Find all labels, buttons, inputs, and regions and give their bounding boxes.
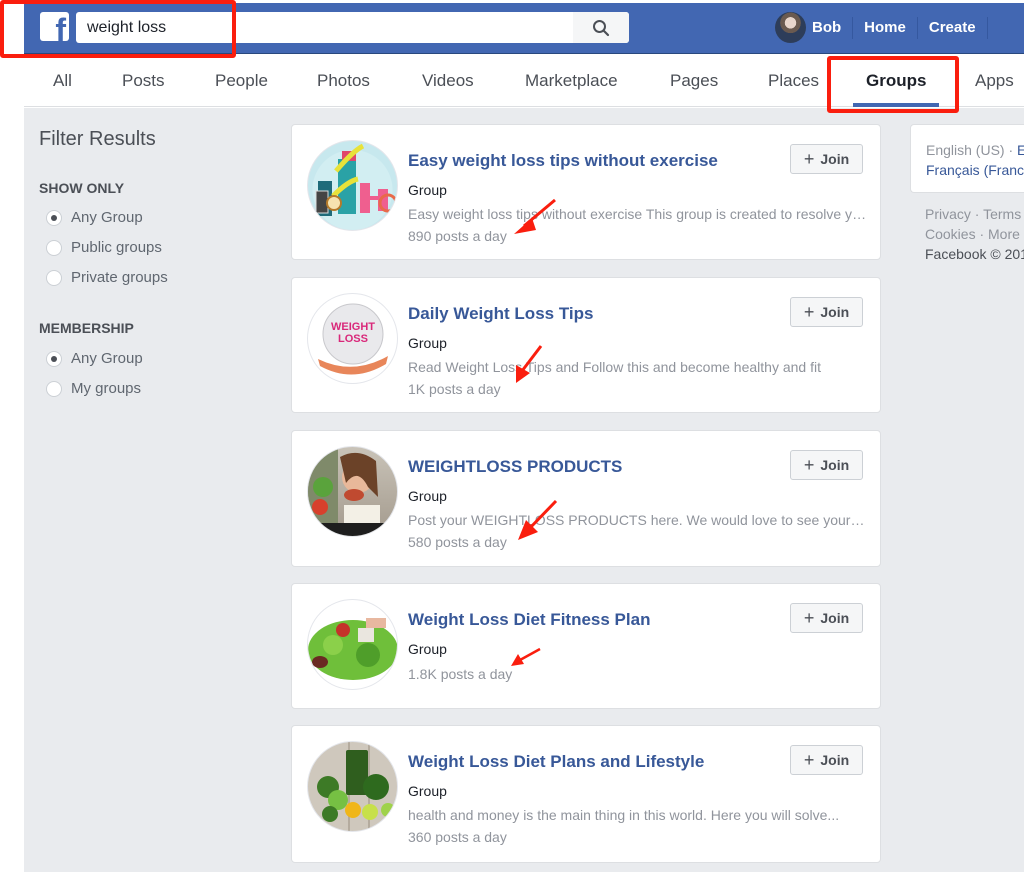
woman-eating-image: [308, 447, 397, 536]
join-group-button[interactable]: + Join: [790, 450, 863, 480]
radio-button[interactable]: [46, 239, 62, 256]
tab-groups[interactable]: Groups: [866, 71, 926, 91]
tab-marketplace[interactable]: Marketplace: [525, 71, 618, 91]
plus-icon: +: [803, 750, 815, 770]
search-button[interactable]: [573, 12, 629, 43]
group-thumbnail[interactable]: [307, 741, 398, 832]
plus-icon: +: [803, 149, 815, 169]
language-option[interactable]: Français (France): [926, 162, 1024, 178]
group-title-link[interactable]: Weight Loss Diet Fitness Plan: [408, 610, 650, 630]
home-link[interactable]: Home: [853, 12, 917, 43]
group-description: Post your WEIGHTLOSS PRODUCTS here. We w…: [408, 512, 868, 528]
membership-heading: MEMBERSHIP: [39, 320, 134, 336]
group-title-link[interactable]: Easy weight loss tips without exercise: [408, 151, 718, 171]
membership-any-group[interactable]: Any Group: [46, 350, 143, 367]
svg-text:LOSS: LOSS: [338, 333, 368, 345]
user-avatar[interactable]: [775, 12, 806, 43]
group-activity: 580 posts a day: [408, 534, 507, 550]
plus-icon: +: [803, 608, 815, 628]
search-input[interactable]: [76, 12, 573, 43]
radio-button[interactable]: [46, 350, 62, 367]
plus-icon: +: [803, 302, 815, 322]
group-type: Group: [408, 641, 447, 657]
group-activity: 1K posts a day: [408, 381, 501, 397]
filter-private-groups[interactable]: Private groups: [46, 269, 168, 286]
weight-loss-sphere-image: WEIGHTLOSS: [318, 303, 388, 375]
group-description: Read Weight Loss Tips and Follow this an…: [408, 359, 821, 375]
footer-copyright: Facebook © 2019: [925, 246, 1024, 262]
group-result-card: Easy weight loss tips without exercise G…: [291, 124, 881, 260]
filter-results-title: Filter Results: [39, 128, 156, 150]
radio-button[interactable]: [46, 209, 62, 226]
group-activity: 360 posts a day: [408, 829, 507, 845]
language-selector: English (US) · Español Français (France): [910, 124, 1024, 193]
facebook-logo-icon[interactable]: f: [40, 12, 69, 41]
show-only-heading: SHOW ONLY: [39, 180, 125, 196]
group-result-card: Weight Loss Diet Fitness Plan Group 1.8K…: [291, 583, 881, 709]
salad-image: [308, 618, 397, 680]
group-thumbnail[interactable]: [307, 599, 398, 690]
current-language: English (US) ·: [926, 142, 1018, 158]
tab-apps[interactable]: Apps: [975, 71, 1014, 91]
group-thumbnail[interactable]: [307, 140, 398, 231]
group-description: Easy weight loss tips without exercise T…: [408, 206, 868, 222]
search-filter-tabs: All Posts People Photos Videos Marketpla…: [24, 57, 1024, 107]
tab-all[interactable]: All: [53, 71, 72, 91]
join-group-button[interactable]: + Join: [790, 745, 863, 775]
svg-text:WEIGHT: WEIGHT: [331, 321, 375, 333]
tab-posts[interactable]: Posts: [122, 71, 165, 91]
membership-my-groups[interactable]: My groups: [46, 380, 141, 397]
tab-pages[interactable]: Pages: [670, 71, 718, 91]
join-group-button[interactable]: + Join: [790, 603, 863, 633]
search-icon: [593, 19, 610, 36]
fitness-equipment-image: [315, 143, 397, 216]
footer-links-privacy-terms[interactable]: Privacy · Terms: [925, 206, 1021, 222]
group-type: Group: [408, 488, 447, 504]
tab-places[interactable]: Places: [768, 71, 819, 91]
group-activity: 890 posts a day: [408, 228, 507, 244]
tab-photos[interactable]: Photos: [317, 71, 370, 91]
filter-any-group[interactable]: Any Group: [46, 209, 143, 226]
filter-public-groups[interactable]: Public groups: [46, 239, 162, 256]
group-type: Group: [408, 335, 447, 351]
tab-videos[interactable]: Videos: [422, 71, 474, 91]
header-nav: Bob Home Create: [775, 12, 988, 43]
tab-people[interactable]: People: [215, 71, 268, 91]
nav-divider: [986, 16, 988, 39]
profile-link[interactable]: Bob: [812, 12, 852, 43]
group-activity: 1.8K posts a day: [408, 666, 513, 682]
language-option[interactable]: Español: [1017, 142, 1024, 158]
active-tab-indicator: [853, 103, 939, 107]
create-link[interactable]: Create: [918, 12, 987, 43]
radio-button[interactable]: [46, 269, 62, 286]
group-type: Group: [408, 182, 447, 198]
search-box: [76, 12, 629, 43]
footer-links-cookies-more[interactable]: Cookies · More: [925, 226, 1020, 242]
group-description: health and money is the main thing in th…: [408, 807, 840, 823]
group-result-card: Weight Loss Diet Plans and Lifestyle Gro…: [291, 725, 881, 863]
group-type: Group: [408, 783, 447, 799]
group-result-card: WEIGHT LOSS Daily Weight Loss Tips Group …: [291, 277, 881, 413]
join-group-button[interactable]: + Join: [790, 297, 863, 327]
group-title-link[interactable]: WEIGHTLOSS PRODUCTS: [408, 457, 622, 477]
green-juice-image: [317, 742, 395, 831]
radio-button[interactable]: [46, 380, 62, 397]
join-group-button[interactable]: + Join: [790, 144, 863, 174]
group-title-link[interactable]: Weight Loss Diet Plans and Lifestyle: [408, 752, 704, 772]
group-title-link[interactable]: Daily Weight Loss Tips: [408, 304, 593, 324]
group-result-card: WEIGHTLOSS PRODUCTS Group Post your WEIG…: [291, 430, 881, 567]
group-thumbnail[interactable]: WEIGHT LOSS: [307, 293, 398, 384]
plus-icon: +: [803, 455, 815, 475]
group-thumbnail[interactable]: [307, 446, 398, 537]
